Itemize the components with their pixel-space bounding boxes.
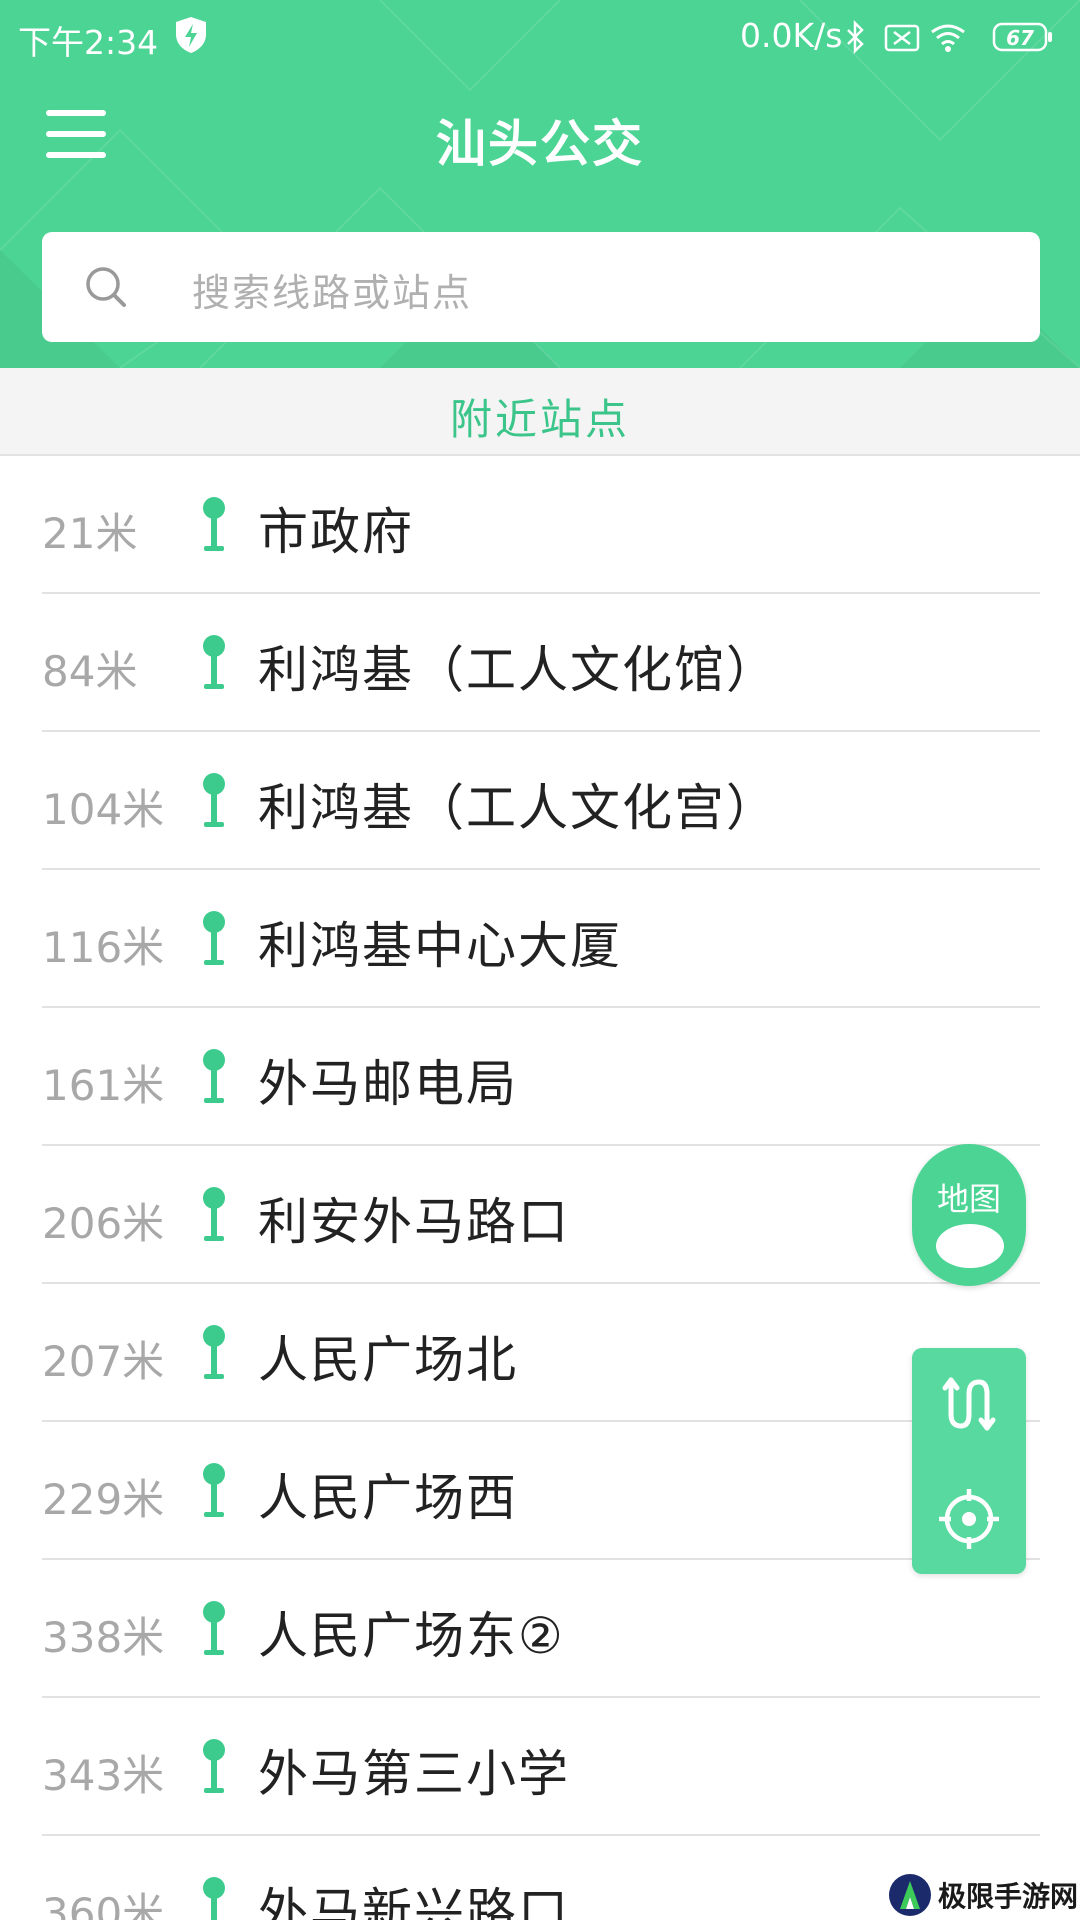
- station-name: 利安外马路口: [258, 1193, 570, 1251]
- network-speed: 0.0K/s: [740, 16, 843, 55]
- nearby-title: 附近站点: [449, 395, 630, 444]
- station-row[interactable]: 21米 市政府: [0, 456, 1080, 594]
- watermark-text: 极限手游网: [938, 1880, 1079, 1913]
- station-name: 人民广场东②: [258, 1607, 565, 1665]
- status-icons: 67: [847, 19, 1052, 55]
- security-shield-icon: [176, 17, 206, 53]
- station-distance: 206米: [42, 1199, 165, 1248]
- locate-icon: [939, 1489, 999, 1549]
- location-pin-icon: [203, 1325, 225, 1379]
- station-distance: 338米: [42, 1613, 165, 1662]
- station-distance: 229米: [42, 1475, 165, 1524]
- location-pin-icon: [203, 1877, 225, 1920]
- search-placeholder: 搜索线路或站点: [192, 271, 473, 315]
- nearby-stations-header: 附近站点: [0, 368, 1080, 456]
- route-switch-button[interactable]: [912, 1348, 1026, 1461]
- route-switch-icon: [942, 1377, 996, 1431]
- station-name: 外马新兴路口: [258, 1883, 570, 1920]
- station-name: 利鸿基（工人文化馆）: [258, 641, 778, 699]
- map-blob-icon: [936, 1224, 1004, 1268]
- location-pin-icon: [203, 911, 225, 965]
- locate-button[interactable]: [912, 1461, 1026, 1574]
- map-button[interactable]: 地图: [912, 1144, 1026, 1286]
- watermark-logo-icon: [889, 1874, 931, 1916]
- station-distance: 21米: [42, 509, 138, 558]
- map-label: 地图: [936, 1180, 1001, 1218]
- station-name: 外马邮电局: [258, 1055, 518, 1113]
- location-pin-icon: [203, 635, 225, 689]
- station-row[interactable]: 116米 利鸿基中心大厦: [0, 870, 1080, 1008]
- station-name: 市政府: [258, 503, 414, 561]
- search-icon: [86, 267, 126, 307]
- location-pin-icon: [203, 1601, 225, 1655]
- app-header: 下午2:34 0.0K/s 67 汕头公交 搜索线路或站点: [0, 0, 1080, 368]
- location-pin-icon: [203, 1739, 225, 1793]
- station-distance: 343米: [42, 1751, 165, 1800]
- station-name: 利鸿基中心大厦: [258, 917, 622, 975]
- location-pin-icon: [203, 1187, 225, 1241]
- status-bar: 下午2:34 0.0K/s 67: [0, 0, 1080, 76]
- station-row[interactable]: 343米 外马第三小学: [0, 1698, 1080, 1836]
- location-pin-icon: [203, 497, 225, 551]
- bluetooth-icon: [847, 19, 864, 55]
- status-time: 下午2:34: [18, 23, 159, 62]
- station-distance: 116米: [42, 923, 165, 972]
- station-name: 人民广场西: [258, 1469, 518, 1527]
- station-distance: 207米: [42, 1337, 165, 1386]
- station-distance: 161米: [42, 1061, 165, 1110]
- watermark: 极限手游网: [888, 1870, 1078, 1920]
- page-title: 汕头公交: [436, 115, 644, 173]
- station-row[interactable]: 84米 利鸿基（工人文化馆）: [0, 594, 1080, 732]
- station-name: 外马第三小学: [258, 1745, 570, 1803]
- station-row[interactable]: 161米 外马邮电局: [0, 1008, 1080, 1146]
- location-pin-icon: [203, 1463, 225, 1517]
- station-distance: 84米: [42, 647, 138, 696]
- location-pin-icon: [203, 773, 225, 827]
- battery-level: 67: [1006, 26, 1034, 50]
- station-row[interactable]: 338米 人民广场东②: [0, 1560, 1080, 1698]
- tool-panel: [912, 1348, 1026, 1574]
- station-row[interactable]: 104米 利鸿基（工人文化宫）: [0, 732, 1080, 870]
- station-distance: 360米: [42, 1889, 165, 1920]
- search-input[interactable]: 搜索线路或站点: [42, 232, 1040, 342]
- location-pin-icon: [203, 1049, 225, 1103]
- station-name: 人民广场北: [258, 1331, 518, 1389]
- wifi-icon: [931, 24, 965, 46]
- station-distance: 104米: [42, 785, 165, 834]
- station-name: 利鸿基（工人文化宫）: [258, 779, 778, 837]
- sim-off-icon: [884, 24, 920, 52]
